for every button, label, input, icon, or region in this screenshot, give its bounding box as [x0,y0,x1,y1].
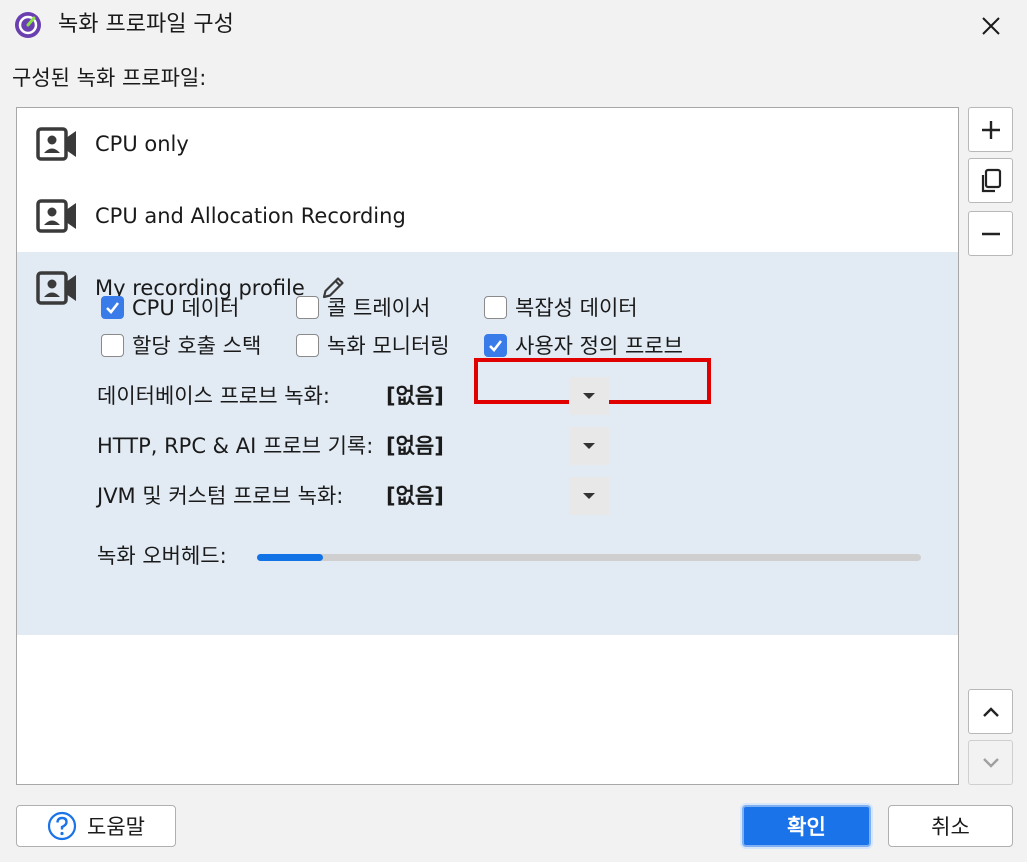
jvm-probe-dropdown[interactable] [569,477,609,515]
checkbox[interactable] [296,295,319,319]
remove-profile-button[interactable] [968,211,1013,256]
close-button[interactable] [972,8,1010,44]
option-call-tracer[interactable]: 콜 트레이서 [296,292,430,322]
checkbox[interactable] [101,333,124,357]
question-circle-icon [47,811,77,841]
minus-icon [981,232,1000,235]
video-contact-icon [36,271,76,305]
chevron-down-icon [583,493,595,499]
http-rpc-probe-value[interactable]: [없음] [386,431,444,461]
option-label: 녹화 모니터링 [327,334,450,358]
plus-icon [981,120,1000,139]
checkbox[interactable] [484,295,507,319]
checkbox[interactable] [296,333,319,357]
overhead-fill [257,554,324,561]
option-cpu-data[interactable]: CPU 데이터 [101,292,239,322]
option-label: 사용자 정의 프로브 [515,334,683,358]
title-bar: 녹화 프로파일 구성 [0,0,1027,52]
http-rpc-probe-dropdown[interactable] [569,427,609,465]
checkbox[interactable] [101,295,124,319]
option-complexity-data[interactable]: 복잡성 데이터 [484,292,638,322]
check-icon [106,301,120,314]
database-probe-label: 데이터베이스 프로브 녹화: [97,384,330,408]
video-contact-icon [36,199,76,233]
help-label: 도움말 [87,815,145,839]
profile-name: CPU and Allocation Recording [95,204,406,228]
window-title: 녹화 프로파일 구성 [58,12,234,37]
move-down-button[interactable] [968,740,1013,785]
overhead-bar [257,554,921,561]
option-monitor-recording[interactable]: 녹화 모니터링 [296,330,450,360]
profile-list[interactable]: CPU only CPU and Allocation Recording My… [16,107,959,785]
ok-button[interactable]: 확인 [742,805,871,847]
jvm-probe-label: JVM 및 커스텀 프로브 녹화: [97,484,344,508]
check-icon [489,339,503,352]
help-button[interactable]: 도움말 [16,805,176,847]
chevron-down-icon [583,393,595,399]
profile-row-cpu-only[interactable]: CPU only [17,108,958,180]
database-probe-value[interactable]: [없음] [386,381,444,411]
chevron-down-icon [583,443,595,449]
add-profile-button[interactable] [968,107,1013,152]
profile-row-cpu-allocation[interactable]: CPU and Allocation Recording [17,180,958,252]
database-probe-dropdown[interactable] [569,377,609,415]
option-custom-probes[interactable]: 사용자 정의 프로브 [484,330,683,360]
profile-name: CPU only [95,132,189,156]
close-icon [982,17,1000,35]
http-rpc-probe-label: HTTP, RPC & AI 프로브 기록: [97,434,374,458]
jvm-probe-value[interactable]: [없음] [386,481,444,511]
video-contact-icon [36,127,76,161]
copy-profile-button[interactable] [968,158,1013,203]
app-logo-icon [15,12,41,38]
section-label: 구성된 녹화 프로파일: [12,66,207,90]
option-label: 콜 트레이서 [327,296,431,320]
overhead-label: 녹화 오버헤드: [97,544,227,568]
profile-row-my-recording[interactable]: My recording profile CPU 데이터 콜 트레이서 복잡성 … [17,252,958,635]
chevron-down-icon [982,757,999,768]
move-up-button[interactable] [968,689,1013,734]
chevron-up-icon [982,706,999,717]
cancel-button[interactable]: 취소 [888,805,1013,847]
option-label: CPU 데이터 [132,296,240,320]
checkbox[interactable] [484,333,507,357]
copy-icon [981,168,1001,192]
option-allocation-stack[interactable]: 할당 호출 스택 [101,330,261,360]
option-label: 할당 호출 스택 [132,334,262,358]
option-label: 복잡성 데이터 [515,296,638,320]
